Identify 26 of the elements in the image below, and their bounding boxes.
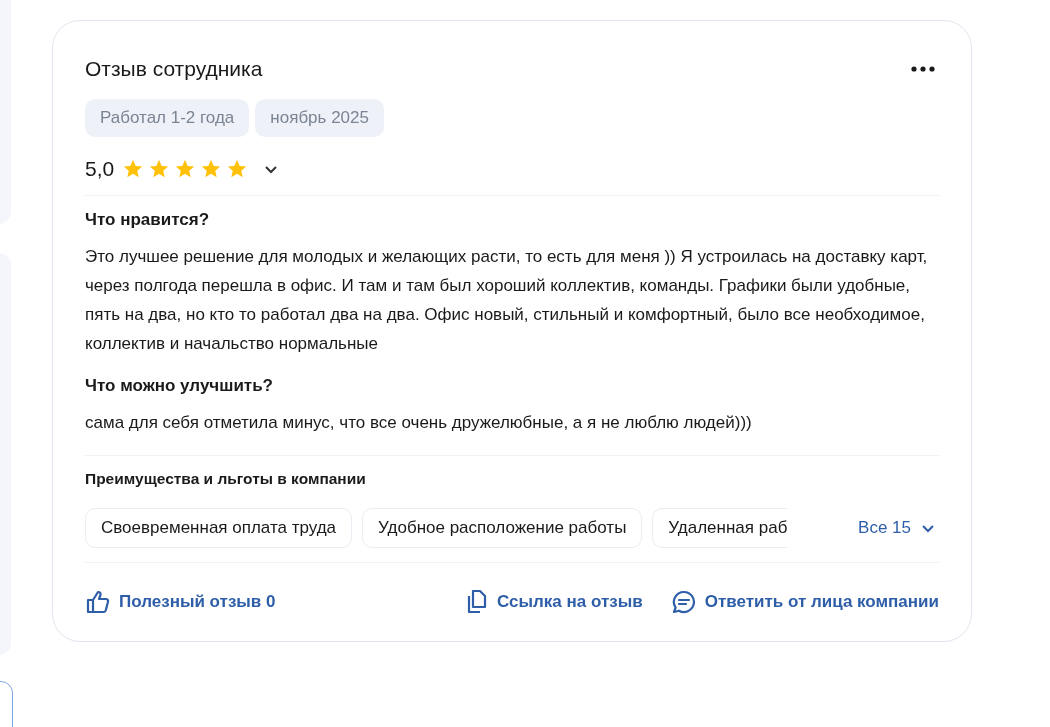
tag: Работал 1-2 года xyxy=(85,99,250,137)
review-text: Это лучшее решение для молодых и желающих расти, то есть для меня )) Я устроилась на доставку карт, через полгода перешла в офис. И там и там был хороший коллектив, команды. Графики были удобные, пять на два, но кто то работал два на два. Офис новый, стильный и комфортный, было все необходимое, коллектив и начальство нормальные xyxy=(85,246,929,355)
tag: ноябрь 2025 xyxy=(255,99,384,137)
link-link[interactable]: Ссылка на отзыв xyxy=(465,589,643,615)
chevron-down-icon[interactable] xyxy=(264,164,279,174)
more-icon[interactable] xyxy=(911,66,935,72)
like-link[interactable]: Полезный отзыв 0 xyxy=(85,589,276,615)
benefits-heading: Преимущества и льготы в компании xyxy=(85,470,367,488)
benefit-chip: Своевременная оплата труда xyxy=(85,508,353,548)
thumbs-up-icon xyxy=(85,589,111,615)
star-icon xyxy=(148,158,171,180)
reply-link[interactable]: Ответить от лица компании xyxy=(670,589,939,615)
star-icon xyxy=(174,158,197,180)
chat-bubble-icon xyxy=(670,589,697,615)
section-heading: Что нравится? xyxy=(85,210,211,230)
review-text: сама для себя отметила минус, что все очень дружелюбные, а я не люблю людей))) xyxy=(85,412,753,434)
chevron-down-icon xyxy=(921,523,935,533)
benefit-chip: Удобное расположение работы xyxy=(362,508,643,548)
section-heading: Что можно улучшить? xyxy=(85,376,274,396)
show-all-button[interactable]: Все 15 xyxy=(858,514,939,542)
star-icon xyxy=(200,158,223,180)
review-title: Отзыв сотрудника xyxy=(85,57,263,81)
star-icon xyxy=(226,158,249,180)
rating-value: 5,0 xyxy=(85,157,115,181)
star-icon xyxy=(122,158,145,180)
benefit-chip: Удаленная раб xyxy=(652,508,788,548)
